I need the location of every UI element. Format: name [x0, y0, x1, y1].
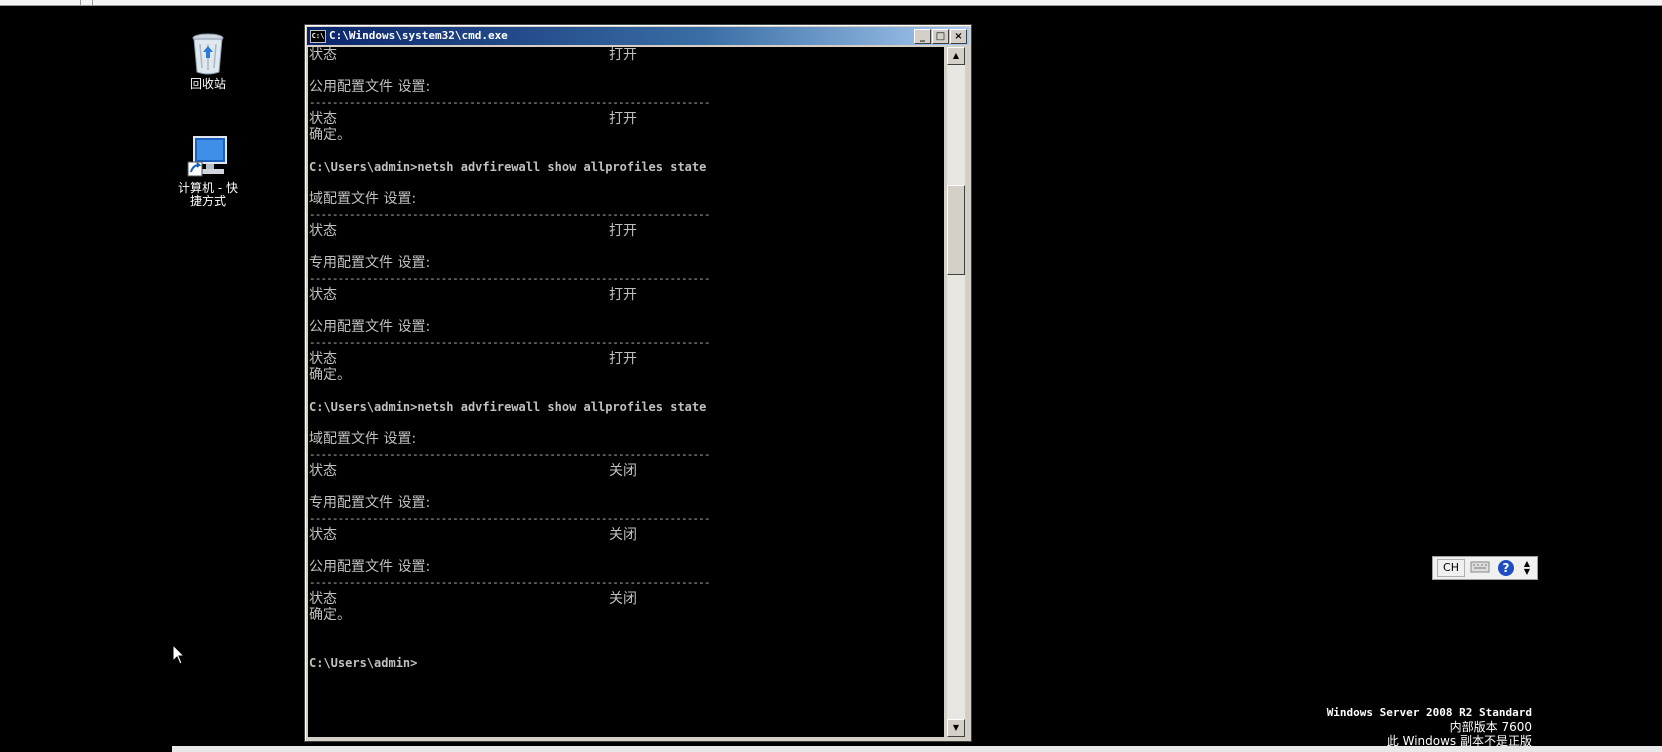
console-state-value: 打开: [609, 287, 637, 303]
console-line-text: ----------------------------------------…: [309, 336, 710, 349]
console-line: 状态 打开: [309, 351, 637, 367]
windows-watermark: Windows Server 2008 R2 Standard 内部版本 760…: [1327, 706, 1532, 748]
computer-icon: [186, 134, 230, 180]
console-line-text: 状态: [309, 111, 337, 127]
console-line: 确定。: [309, 607, 351, 623]
console-state-value: 关闭: [609, 527, 637, 543]
maximize-button[interactable]: □: [932, 29, 949, 44]
console-line-text: 状态: [309, 591, 337, 607]
console-line-text: 状态: [309, 287, 337, 303]
build-number: 内部版本 7600: [1449, 720, 1532, 734]
vertical-scrollbar[interactable]: ▲ ▼: [947, 47, 965, 737]
console-line: 域配置文件 设置:: [309, 191, 416, 207]
language-indicator[interactable]: CH: [1437, 559, 1465, 577]
language-bar[interactable]: CH ? ▲ ▼: [1432, 556, 1538, 580]
console-line-text: ----------------------------------------…: [309, 512, 710, 525]
console-line-text: C:\Users\admin>netsh advfirewall show al…: [309, 400, 707, 414]
help-icon[interactable]: ?: [1495, 559, 1517, 577]
cmd-app-icon: C:\: [310, 30, 326, 43]
console-line: 状态 关闭: [309, 591, 637, 607]
console-line-text: 公用配置文件 设置:: [309, 319, 431, 335]
console-output[interactable]: 状态 打开 公用配置文件 设置: --------------------------…: [308, 47, 944, 737]
computer-shortcut[interactable]: 计算机 - 快 捷方式: [163, 134, 253, 208]
minimize-button[interactable]: _: [914, 29, 931, 44]
console-state-value: 打开: [609, 47, 637, 63]
console-line-text: 确定。: [309, 607, 351, 623]
console-line: 专用配置文件 设置:: [309, 255, 430, 271]
computer-shortcut-label: 计算机 - 快 捷方式: [178, 181, 238, 208]
console-state-value: 打开: [609, 111, 637, 127]
console-line: 状态 关闭: [309, 463, 637, 479]
console-line-text: C:\Users\admin>: [309, 656, 418, 670]
console-line-text: ----------------------------------------…: [309, 272, 710, 285]
close-button[interactable]: ×: [950, 29, 967, 44]
cmd-window[interactable]: C:\ C:\Windows\system32\cmd.exe _ □ × 状态…: [304, 24, 972, 742]
console-line-text: 状态: [309, 463, 337, 479]
console-line: 状态 打开: [309, 287, 637, 303]
console-line: 状态 打开: [309, 47, 637, 63]
mouse-cursor-icon: [172, 643, 186, 670]
console-line: 公用配置文件 设置:: [309, 319, 430, 335]
console-line-text: ----------------------------------------…: [309, 576, 710, 589]
console-line-text: 状态: [309, 47, 337, 63]
console-state-value: 打开: [609, 223, 637, 239]
scroll-down-arrow-icon[interactable]: ▼: [947, 719, 965, 737]
console-separator-line: ----------------------------------------…: [309, 511, 710, 527]
console-line-text: 状态: [309, 527, 337, 543]
console-line: C:\Users\admin>netsh advfirewall show al…: [309, 399, 706, 415]
console-line-text: 专用配置文件 设置:: [309, 255, 431, 271]
console-line: 状态 打开: [309, 223, 637, 239]
console-line-text: 状态: [309, 223, 337, 239]
cmd-titlebar[interactable]: C:\ C:\Windows\system32\cmd.exe _ □ ×: [307, 27, 969, 45]
console-line: 确定。: [309, 127, 351, 143]
console-line-text: ----------------------------------------…: [309, 96, 710, 109]
console-separator-line: ----------------------------------------…: [309, 335, 710, 351]
console-line: C:\Users\admin>netsh advfirewall show al…: [309, 159, 706, 175]
console-state-value: 关闭: [609, 463, 637, 479]
host-window-top-edge: [0, 0, 1662, 6]
console-line: 公用配置文件 设置:: [309, 79, 430, 95]
console-line-text: 公用配置文件 设置:: [309, 79, 431, 95]
scroll-up-arrow-icon[interactable]: ▲: [947, 47, 965, 65]
console-line: 公用配置文件 设置:: [309, 559, 430, 575]
host-window-bottom-edge: [172, 746, 1662, 752]
options-arrow-icon[interactable]: ▲ ▼: [1521, 559, 1533, 578]
console-line-text: ----------------------------------------…: [309, 448, 710, 461]
recycle-bin-shortcut[interactable]: 回收站: [163, 30, 253, 91]
os-edition: Windows Server 2008 R2 Standard: [1326, 706, 1532, 719]
recycle-bin-label: 回收站: [189, 77, 226, 91]
keyboard-icon[interactable]: [1469, 559, 1491, 577]
recycle-bin-icon: [186, 30, 230, 76]
console-line-text: 域配置文件 设置:: [309, 191, 417, 207]
console-line-text: 确定。: [309, 127, 351, 143]
top-edge-separator: [80, 0, 81, 5]
console-separator-line: ----------------------------------------…: [309, 207, 710, 223]
console-separator-line: ----------------------------------------…: [309, 575, 710, 591]
console-separator-line: ----------------------------------------…: [309, 95, 710, 111]
console-state-value: 关闭: [609, 591, 637, 607]
console-line-text: 专用配置文件 设置:: [309, 495, 431, 511]
window-title: C:\Windows\system32\cmd.exe: [329, 29, 508, 42]
console-line-text: 公用配置文件 设置:: [309, 559, 431, 575]
console-line: 状态 打开: [309, 111, 637, 127]
console-line-text: ----------------------------------------…: [309, 208, 710, 221]
console-line: C:\Users\admin>: [309, 655, 417, 671]
console-line-text: C:\Users\admin>netsh advfirewall show al…: [309, 160, 707, 174]
console-line-text: 域配置文件 设置:: [309, 431, 417, 447]
top-edge-separator: [92, 0, 93, 5]
console-state-value: 打开: [609, 351, 637, 367]
console-line: 状态 关闭: [309, 527, 637, 543]
console-line-text: 确定。: [309, 367, 351, 383]
scroll-thumb[interactable]: [947, 185, 965, 275]
console-line: 域配置文件 设置:: [309, 431, 416, 447]
console-line: 确定。: [309, 367, 351, 383]
console-separator-line: ----------------------------------------…: [309, 271, 710, 287]
console-separator-line: ----------------------------------------…: [309, 447, 710, 463]
console-line: 专用配置文件 设置:: [309, 495, 430, 511]
console-line-text: 状态: [309, 351, 337, 367]
